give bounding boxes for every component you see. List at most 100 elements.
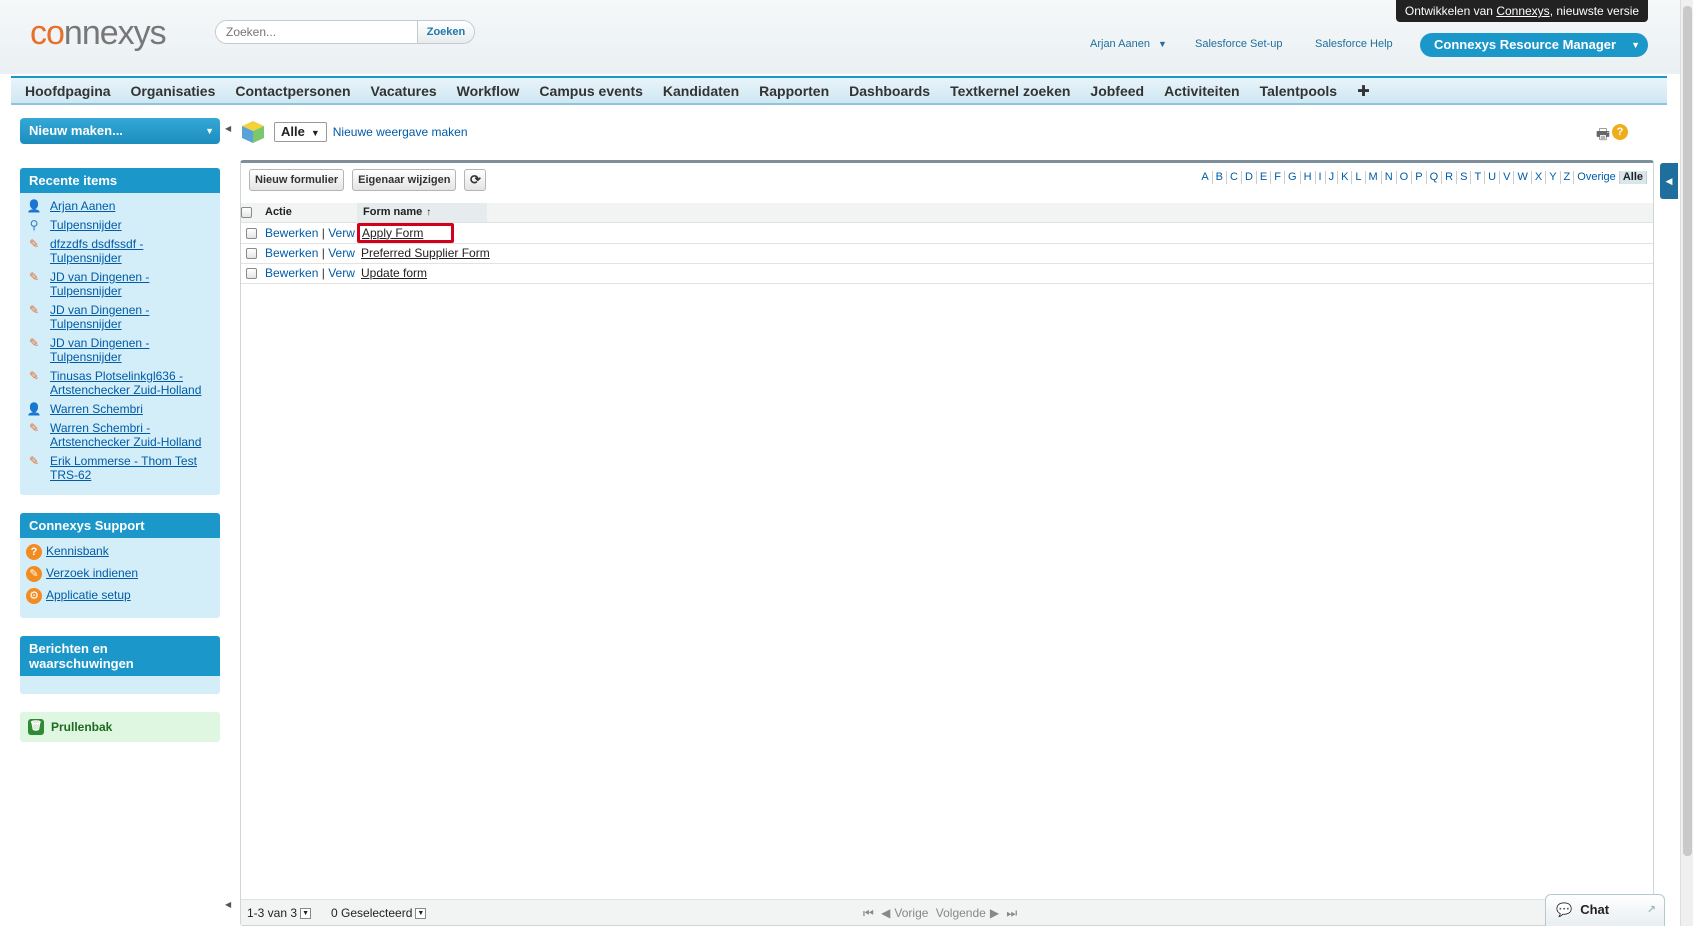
- connexys-logo[interactable]: connexys: [30, 14, 167, 53]
- alphabet-filter-item[interactable]: Overige: [1574, 171, 1620, 184]
- alphabet-filter-item[interactable]: J: [1326, 171, 1339, 184]
- form-name-link[interactable]: Update form: [361, 266, 427, 280]
- tab-vacatures[interactable]: Vacatures: [371, 83, 437, 99]
- recent-item: ✎ Warren Schembri - Artstenchecker Zuid-Ho…: [26, 421, 214, 449]
- search-input[interactable]: [216, 21, 416, 43]
- chat-widget[interactable]: 💬 Chat ↗: [1545, 894, 1665, 926]
- alphabet-filter-item[interactable]: F: [1271, 171, 1285, 184]
- chevron-down-icon: ▼: [1631, 40, 1640, 50]
- recent-item: ✎ Erik Lommerse - Thom Test TRS-62: [26, 454, 214, 482]
- alphabet-filter-item[interactable]: U: [1485, 171, 1501, 184]
- tab-workflow[interactable]: Workflow: [457, 83, 520, 99]
- alphabet-filter-item[interactable]: W: [1514, 171, 1532, 184]
- sidebar-collapse-icon[interactable]: ◀: [225, 124, 231, 133]
- tab-kandidaten[interactable]: Kandidaten: [663, 83, 739, 99]
- alphabet-filter-item[interactable]: G: [1285, 171, 1301, 184]
- support-panel: Connexys Support ? Kennisbank ✎ Verzoek in…: [20, 513, 220, 618]
- app-switcher[interactable]: Connexys Resource Manager ▼: [1420, 33, 1648, 57]
- alphabet-filter-item[interactable]: C: [1227, 171, 1242, 184]
- alphabet-filter-item[interactable]: I: [1316, 171, 1326, 184]
- help-icon[interactable]: ?: [1612, 124, 1628, 140]
- alphabet-filter-item[interactable]: B: [1213, 171, 1228, 184]
- pencil-icon: ✎: [28, 336, 40, 350]
- tab-campus-events[interactable]: Campus events: [539, 83, 642, 99]
- alphabet-filter-item[interactable]: Q: [1427, 171, 1443, 184]
- prev-page-link[interactable]: Vorige: [894, 906, 928, 920]
- alphabet-filter-item[interactable]: M: [1366, 171, 1382, 184]
- request-icon: ✎: [26, 566, 42, 582]
- scrollbar[interactable]: [1680, 0, 1693, 926]
- recent-item: 👤 Warren Schembri: [26, 402, 143, 416]
- range-selector[interactable]: 1-3 van 3 ▼: [247, 906, 312, 920]
- alphabet-filter-item[interactable]: V: [1500, 171, 1515, 184]
- alphabet-filter-item[interactable]: R: [1442, 171, 1458, 184]
- tab-contactpersonen[interactable]: Contactpersonen: [235, 83, 350, 99]
- sidebar-collapse-icon[interactable]: ◀: [225, 900, 231, 909]
- salesforce-setup-link[interactable]: Salesforce Set-up: [1195, 38, 1282, 50]
- alphabet-filter-item[interactable]: D: [1242, 171, 1257, 184]
- search-button[interactable]: Zoeken: [417, 21, 474, 43]
- delete-link[interactable]: Verw: [328, 266, 355, 280]
- chat-bubble-icon: 💬: [1556, 902, 1573, 917]
- last-page-icon[interactable]: ⏭: [1006, 906, 1017, 920]
- user-menu[interactable]: Arjan Aanen ▼: [1090, 38, 1167, 50]
- selected-selector[interactable]: 0 Geselecteerd ▼: [331, 906, 427, 920]
- add-tab-icon[interactable]: ✚: [1357, 82, 1370, 100]
- new-create-dropdown[interactable]: Nieuw maken... ▼: [20, 118, 220, 144]
- connexys-link[interactable]: Connexys: [1496, 4, 1549, 18]
- scrollbar-thumb[interactable]: [1683, 6, 1692, 856]
- alphabet-filter-item[interactable]: N: [1382, 171, 1397, 184]
- change-owner-button[interactable]: Eigenaar wijzigen: [352, 169, 457, 191]
- tab-hoofdpagina[interactable]: Hoofdpagina: [25, 83, 111, 99]
- tab-textkernel-zoeken[interactable]: Textkernel zoeken: [950, 83, 1070, 99]
- edit-link[interactable]: Bewerken: [265, 266, 318, 280]
- alphabet-filter-item[interactable]: Alle: [1619, 171, 1647, 184]
- alphabet-filter-item[interactable]: A: [1198, 171, 1213, 184]
- edit-link[interactable]: Bewerken: [265, 246, 318, 260]
- next-page-link[interactable]: Volgende: [936, 906, 986, 920]
- row-checkbox[interactable]: [245, 248, 257, 260]
- messages-title: Berichten en waarschuwingen: [20, 636, 220, 676]
- select-all-header: [241, 203, 261, 223]
- trash-link[interactable]: 🗑 Prullenbak: [20, 712, 220, 742]
- alphabet-filter-item[interactable]: Y: [1546, 171, 1561, 184]
- row-checkbox[interactable]: [245, 227, 257, 239]
- salesforce-help-link[interactable]: Salesforce Help: [1315, 38, 1393, 50]
- refresh-icon[interactable]: ⟳: [464, 169, 487, 191]
- alphabet-filter-item[interactable]: K: [1338, 171, 1353, 184]
- delete-link[interactable]: Verw: [328, 226, 355, 240]
- new-view-link[interactable]: Nieuwe weergave maken: [333, 125, 468, 139]
- alphabet-filter-item[interactable]: H: [1301, 171, 1316, 184]
- alphabet-filter-item[interactable]: E: [1257, 171, 1272, 184]
- first-page-icon[interactable]: ⏮: [863, 906, 874, 920]
- row-checkbox[interactable]: [245, 268, 257, 280]
- alphabet-filter-item[interactable]: X: [1532, 171, 1547, 184]
- tab-rapporten[interactable]: Rapporten: [759, 83, 829, 99]
- select-all-checkbox[interactable]: [241, 206, 252, 218]
- form-name-link[interactable]: Apply Form: [362, 226, 423, 240]
- column-header-form-name[interactable]: Form name ↑: [357, 203, 487, 223]
- alphabet-filter-item[interactable]: T: [1471, 171, 1486, 184]
- alphabet-filter-item[interactable]: O: [1397, 171, 1413, 184]
- edit-link[interactable]: Bewerken: [265, 226, 318, 240]
- sidebar: Nieuw maken... ▼ Recente items 👤 Arjan Aan…: [20, 118, 220, 742]
- sort-ascending-icon: ↑: [426, 207, 432, 219]
- tab-talentpools[interactable]: Talentpools: [1260, 83, 1338, 99]
- search-box: Zoeken: [215, 20, 475, 44]
- form-name-link[interactable]: Preferred Supplier Form: [361, 246, 490, 260]
- tab-jobfeed[interactable]: Jobfeed: [1090, 83, 1144, 99]
- delete-link[interactable]: Verw: [328, 246, 355, 260]
- alphabet-filter-item[interactable]: Z: [1561, 171, 1575, 184]
- tab-activiteiten[interactable]: Activiteiten: [1164, 83, 1239, 99]
- tab-organisaties[interactable]: Organisaties: [131, 83, 216, 99]
- new-form-button[interactable]: Nieuw formulier: [249, 169, 345, 191]
- pagination: ⏮ ◀ Vorige Volgende ▶ ⏭: [861, 906, 1019, 921]
- print-icon[interactable]: 🖶: [1596, 124, 1610, 149]
- alphabet-filter-item[interactable]: P: [1412, 171, 1427, 184]
- view-select[interactable]: Alle ▼: [274, 122, 327, 142]
- tab-dashboards[interactable]: Dashboards: [849, 83, 930, 99]
- alphabet-filter-item[interactable]: L: [1352, 171, 1366, 184]
- alphabet-filter-item[interactable]: S: [1457, 171, 1472, 184]
- side-panel-toggle-icon[interactable]: ◀: [1660, 163, 1678, 199]
- support-title: Connexys Support: [20, 513, 220, 538]
